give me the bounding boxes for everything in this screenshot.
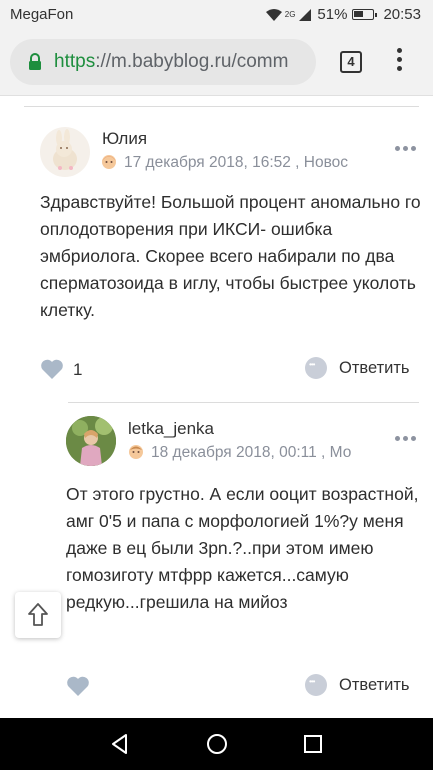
baby-girl-icon [102, 155, 116, 169]
browser-toolbar: https://m.babyblog.ru/comm 4 [0, 30, 433, 96]
reply-label: Ответить [339, 358, 410, 377]
reply-label: Ответить [339, 675, 410, 694]
comment-date: 18 декабря 2018, 00:11 , Мо [151, 444, 352, 461]
comment-text: Здравствуйте! Большой процент аномально … [40, 192, 421, 320]
url-scheme: https [54, 51, 96, 72]
comment-bubble-icon [305, 357, 327, 379]
comment: Юлия 17 декабря 2018, 16:52 , Новос Здра… [0, 96, 433, 396]
url-text: https://m.babyblog.ru/comm [54, 51, 288, 73]
comment-author[interactable]: Юлия [102, 129, 147, 149]
like-count: 1 [73, 360, 83, 379]
battery-percent: 51% [317, 6, 348, 23]
bunny-avatar-icon [53, 129, 77, 170]
comment-text: От этого грустно. А если ооцит возрастно… [66, 484, 419, 612]
overflow-menu-icon[interactable] [393, 48, 405, 78]
reply-button[interactable]: Ответить [305, 674, 410, 696]
comment-meta: 17 декабря 2018, 16:52 , Новос [100, 152, 358, 172]
reply-button[interactable]: Ответить [305, 357, 410, 379]
url-path: ://m.babyblog.ru/comm [95, 51, 289, 72]
heart-icon[interactable] [66, 675, 90, 697]
arrow-up-icon [28, 603, 48, 626]
carrier-name: MegaFon [10, 6, 74, 23]
back-icon[interactable] [108, 732, 132, 756]
more-options-icon[interactable] [395, 428, 419, 441]
address-bar[interactable]: https://m.babyblog.ru/comm [10, 39, 316, 85]
wifi-icon [265, 8, 282, 21]
tab-switcher-button[interactable]: 4 [340, 51, 362, 73]
home-icon[interactable] [205, 732, 229, 756]
comment-bubble-icon [305, 674, 327, 696]
recents-icon[interactable] [301, 732, 325, 756]
comment-date: 17 декабря 2018, 16:52 , Новос [124, 154, 349, 171]
photo-avatar-icon [66, 416, 116, 466]
avatar[interactable] [66, 416, 116, 466]
heart-icon[interactable] [40, 358, 64, 380]
clock: 20:53 [383, 6, 421, 23]
avatar[interactable] [40, 127, 90, 177]
signal-icon [299, 8, 312, 21]
status-bar: MegaFon 2G 51% 20:53 [0, 0, 433, 30]
comment-reply: letka_jenka 18 декабря 2018, 00:11 , Мо … [0, 402, 433, 718]
comment-author[interactable]: letka_jenka [128, 419, 214, 439]
comments-section: Юлия 17 декабря 2018, 16:52 , Новос Здра… [0, 96, 433, 718]
scroll-to-top-button[interactable] [15, 592, 61, 638]
network-type: 2G [284, 10, 296, 19]
status-icons: 2G 51% 20:53 [265, 6, 421, 23]
lock-icon [29, 53, 41, 70]
comment-meta: 18 декабря 2018, 00:11 , Мо [127, 442, 358, 462]
more-options-icon[interactable] [395, 138, 419, 151]
baby-boy-icon [129, 445, 143, 459]
system-navigation-bar [0, 718, 433, 770]
battery-icon [352, 9, 378, 20]
